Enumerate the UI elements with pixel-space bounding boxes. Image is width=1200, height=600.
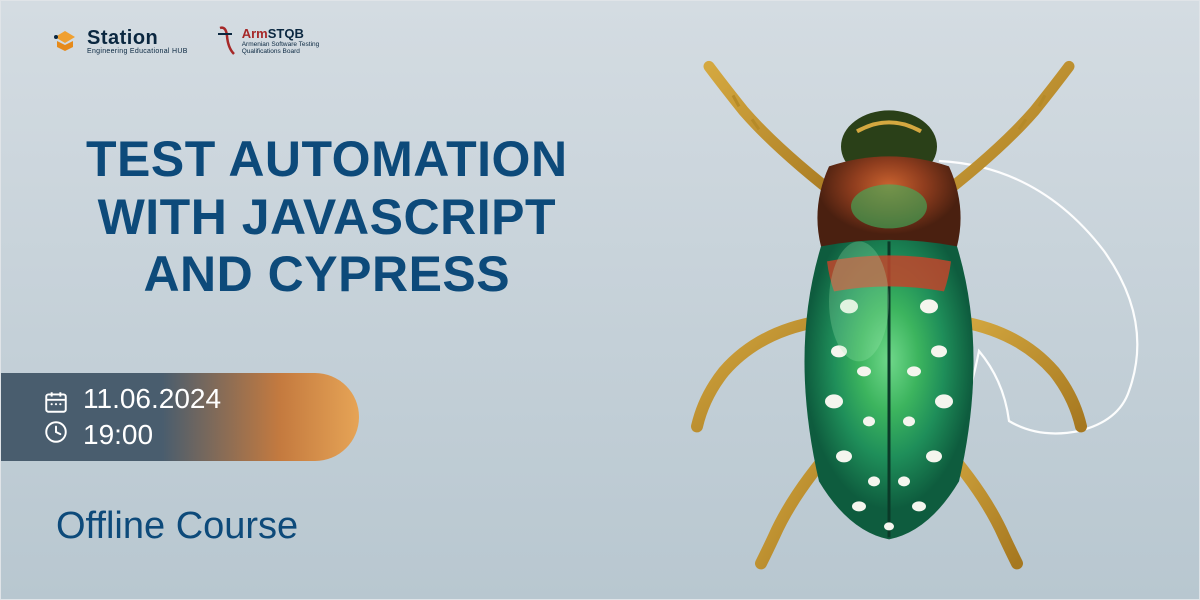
armstqb-logo-tagline-1: Armenian Software Testing [242,41,320,48]
course-title: TEST AUTOMATION WITH JAVASCRIPT AND CYPR… [86,131,568,304]
armstqb-logo-tagline-2: Qualifications Board [242,48,320,55]
title-line-2: WITH JAVASCRIPT [86,189,568,247]
armstqb-logo: ArmSTQB Armenian Software Testing Qualif… [218,26,320,56]
station-logo: Station Engineering Educational HUB [51,27,188,55]
event-time: 19:00 [83,417,221,453]
station-logo-tagline: Engineering Educational HUB [87,48,188,55]
course-type-label: Offline Course [56,505,298,548]
clock-icon [43,419,69,445]
armstqb-icon [218,26,236,56]
station-logo-text: Station [87,28,188,48]
datetime-badge: 11.06.2024 19:00 [1,373,359,461]
title-line-3: AND CYPRESS [86,246,568,304]
hero-illustration [609,21,1169,581]
station-icon [51,27,79,55]
armstqb-logo-text: ArmSTQB [242,27,320,41]
partner-logos: Station Engineering Educational HUB ArmS… [51,26,319,56]
calendar-icon [43,389,69,415]
title-line-1: TEST AUTOMATION [86,131,568,189]
event-date: 11.06.2024 [83,381,221,417]
beetle-icon [689,51,1089,571]
